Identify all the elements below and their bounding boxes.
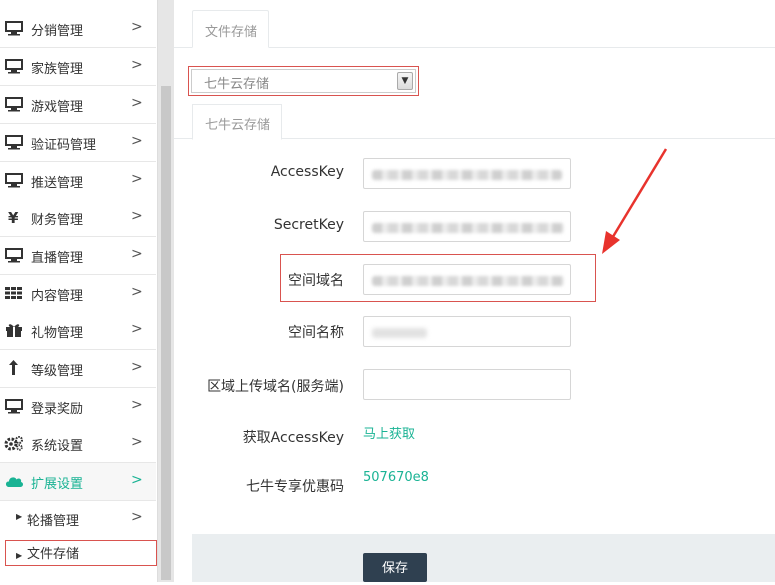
gift-icon — [6, 324, 22, 337]
monitor-icon — [5, 248, 23, 263]
sidebar-subitem-banner[interactable]: ▶ 轮播管理 > — [0, 501, 156, 535]
upload-domain-label: 区域上传域名(服务端) — [207, 379, 344, 395]
sidebar-item-content[interactable]: 内容管理 > — [0, 275, 156, 313]
sidebar: 分销管理 > 家族管理 > 游戏管理 > 验证码管理 > 推送管理 > ¥ 财务… — [0, 0, 157, 582]
sidebar-item-push[interactable]: 推送管理 > — [0, 162, 156, 200]
access-key-label: AccessKey — [270, 164, 344, 180]
monitor-icon — [5, 135, 23, 150]
chevron-down-icon[interactable]: ▼ — [397, 72, 413, 90]
sidebar-scrollbar[interactable] — [157, 0, 174, 582]
sidebar-item-login-reward[interactable]: 登录奖励 > — [0, 388, 156, 426]
yen-icon: ¥ — [8, 209, 19, 225]
upload-domain-input[interactable] — [363, 369, 571, 400]
sidebar-item-label: 家族管理 — [31, 62, 84, 77]
sidebar-item-label: 直播管理 — [31, 251, 84, 266]
monitor-icon — [5, 399, 23, 414]
cloud-icon — [6, 477, 24, 487]
sub-tab-bar: 七牛云存储 — [174, 104, 775, 140]
tab-qiniu-storage[interactable]: 七牛云存储 — [192, 104, 282, 140]
sidebar-item-label: 分销管理 — [31, 24, 84, 39]
sidebar-subitem-file-storage[interactable]: ▶ 文件存储 — [0, 537, 157, 571]
chevron-right-icon: > — [131, 397, 143, 413]
tab-label: 七牛云存储 — [205, 118, 271, 133]
tab-bar: 文件存储 — [174, 0, 775, 48]
redacted-value — [372, 223, 564, 233]
sidebar-item-label: 推送管理 — [31, 176, 84, 191]
secret-key-label: SecretKey — [273, 217, 344, 233]
sidebar-item-label: 内容管理 — [31, 289, 84, 304]
form-footer: 保存 — [192, 534, 775, 582]
sidebar-item-label: 系统设置 — [31, 439, 84, 454]
tab-file-storage[interactable]: 文件存储 — [192, 10, 269, 48]
chevron-right-icon: > — [131, 208, 143, 224]
sidebar-item-label: 等级管理 — [31, 364, 84, 379]
chevron-right-icon: > — [131, 95, 143, 111]
monitor-icon — [5, 59, 23, 74]
get-access-key-label: 获取AccessKey — [242, 430, 344, 446]
sidebar-item-extension-settings[interactable]: 扩展设置 > — [0, 463, 156, 501]
main-content: 文件存储 七牛云存储 ▼ 七牛云存储 AccessKey SecretKey 空… — [174, 0, 775, 582]
sidebar-subitem-label: 文件存储 — [27, 547, 80, 562]
gears-icon — [4, 436, 23, 451]
chevron-right-icon: > — [131, 509, 143, 525]
sidebar-item-label: 礼物管理 — [31, 326, 84, 341]
redacted-value — [372, 276, 564, 286]
highlight-box: 七牛云存储 ▼ — [188, 66, 419, 96]
coupon-label: 七牛专享优惠码 — [246, 479, 344, 495]
chevron-right-icon: > — [131, 171, 143, 187]
sidebar-item-system-settings[interactable]: 系统设置 > — [0, 425, 156, 463]
caret-right-icon: ▶ — [16, 551, 23, 560]
redacted-value — [372, 170, 562, 180]
chevron-right-icon: > — [131, 246, 143, 262]
access-key-input[interactable] — [363, 158, 571, 189]
sidebar-item-family[interactable]: 家族管理 > — [0, 48, 156, 86]
sidebar-item-finance[interactable]: ¥ 财务管理 > — [0, 199, 156, 237]
monitor-icon — [5, 21, 23, 36]
space-domain-input[interactable] — [363, 264, 571, 295]
chevron-right-icon: > — [131, 434, 143, 450]
secret-key-input[interactable] — [363, 211, 571, 242]
select-value: 七牛云存储 — [204, 77, 270, 92]
monitor-icon — [5, 97, 23, 112]
sidebar-item-label: 扩展设置 — [31, 477, 84, 492]
chevron-right-icon: > — [131, 57, 143, 73]
chevron-right-icon: > — [131, 284, 143, 300]
chevron-right-icon: > — [131, 359, 143, 375]
sidebar-item-label: 验证码管理 — [31, 138, 97, 153]
get-now-link[interactable]: 马上获取 — [363, 423, 415, 442]
storage-type-select[interactable]: 七牛云存储 ▼ — [191, 69, 416, 93]
tab-label: 文件存储 — [205, 25, 258, 40]
svg-text:¥: ¥ — [8, 209, 19, 225]
sidebar-item-captcha[interactable]: 验证码管理 > — [0, 124, 156, 162]
sidebar-item-label: 游戏管理 — [31, 100, 84, 115]
space-domain-label: 空间域名 — [288, 273, 344, 289]
chevron-right-icon: > — [131, 472, 143, 488]
caret-right-icon: ▶ — [16, 512, 23, 521]
sidebar-item-gifts[interactable]: 礼物管理 > — [0, 312, 156, 350]
sidebar-item-live[interactable]: 直播管理 > — [0, 237, 156, 275]
sidebar-item-distribution[interactable]: 分销管理 > — [0, 10, 156, 48]
level-up-icon — [9, 360, 18, 375]
chevron-right-icon: > — [131, 19, 143, 35]
sidebar-item-label: 登录奖励 — [31, 402, 84, 417]
sidebar-item-label: 财务管理 — [31, 213, 84, 228]
coupon-code-link[interactable]: 507670e8 — [363, 470, 429, 485]
sidebar-subitem-label: 轮播管理 — [27, 514, 80, 529]
sidebar-item-levels[interactable]: 等级管理 > — [0, 350, 156, 388]
space-name-label: 空间名称 — [288, 325, 344, 341]
sidebar-item-games[interactable]: 游戏管理 > — [0, 86, 156, 124]
monitor-icon — [5, 173, 23, 188]
save-button[interactable]: 保存 — [363, 553, 427, 582]
chevron-right-icon: > — [131, 133, 143, 149]
space-name-input[interactable] — [363, 316, 571, 347]
redacted-value — [372, 328, 427, 338]
grid-icon — [5, 287, 22, 299]
scrollbar-thumb[interactable] — [161, 86, 171, 580]
chevron-right-icon: > — [131, 321, 143, 337]
